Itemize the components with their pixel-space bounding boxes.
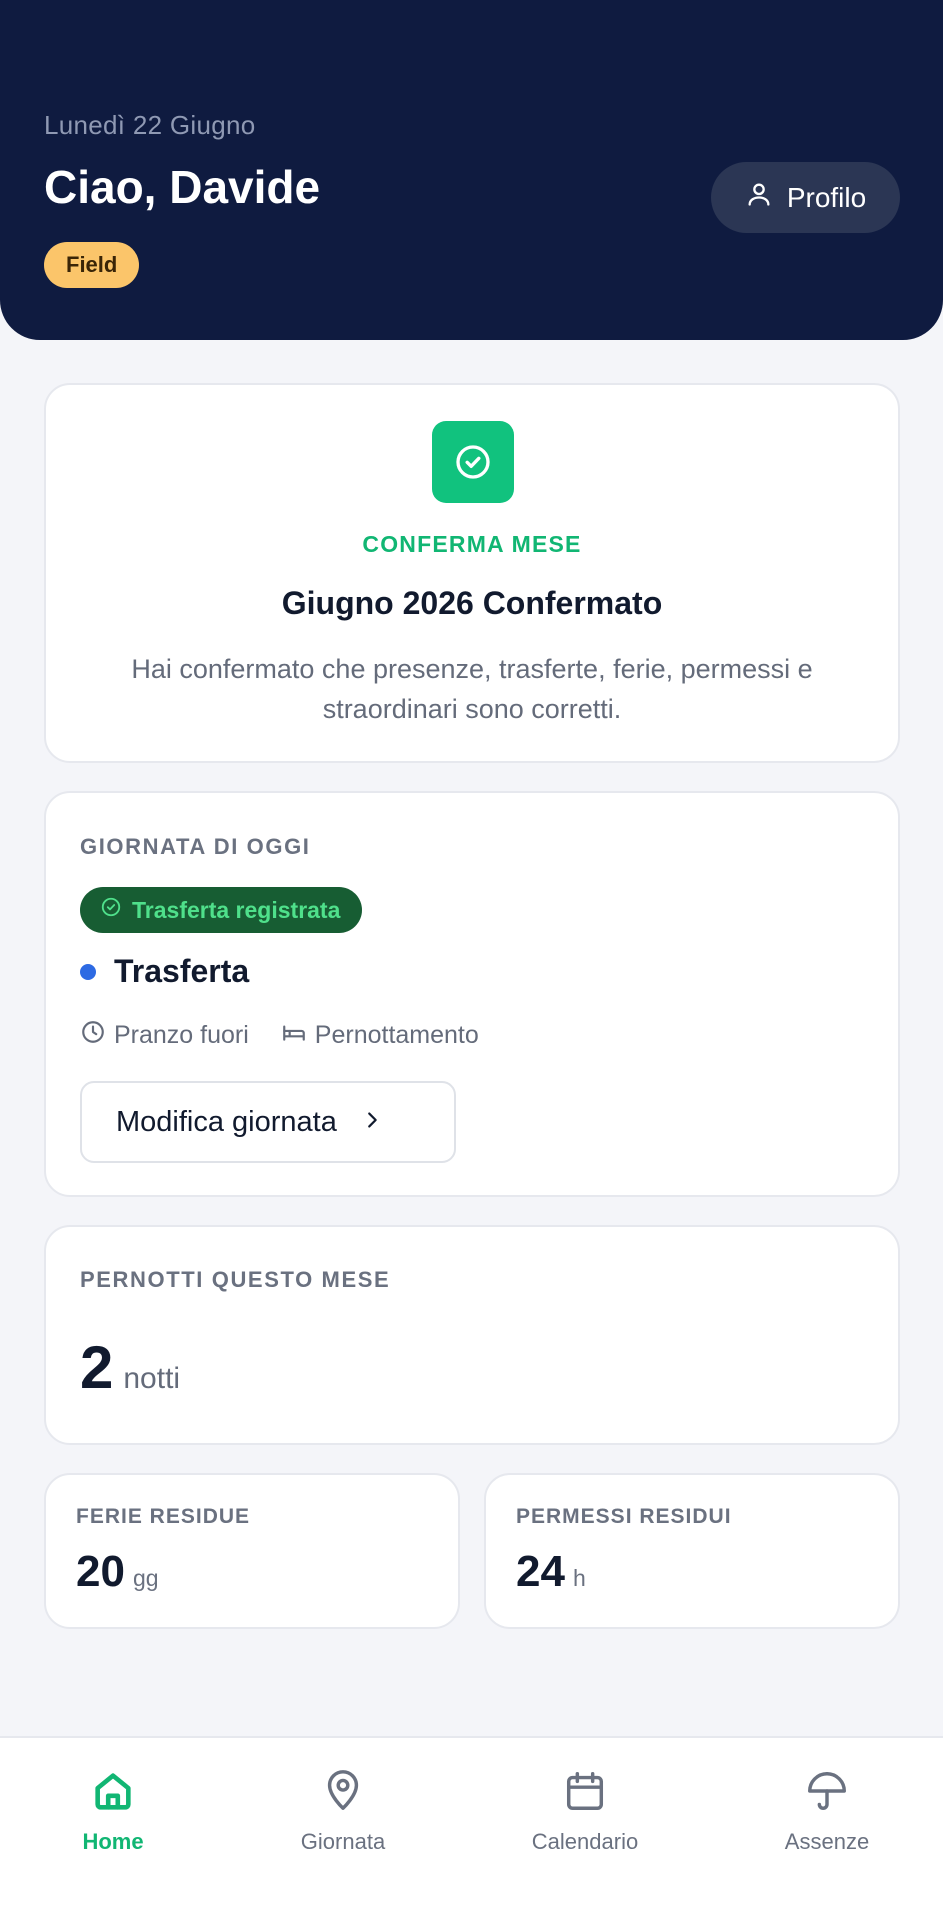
nights-section-label: PERNOTTI QUESTO MESE [80,1267,391,1292]
ferie-card: FERIE RESIDUE 20 gg [44,1473,460,1629]
nights-unit: notti [123,1362,181,1395]
nav-item-home[interactable]: Home [13,1768,213,1855]
user-icon [745,180,773,215]
permessi-count: 24 [516,1547,565,1596]
month-confirm-card: CONFERMA MESE Giugno 2026 Confermato Hai… [44,383,900,763]
calendar-icon [562,1768,608,1819]
current-date: Lunedì 22 Giugno [44,110,256,140]
clock-icon [80,1019,106,1052]
bed-icon [281,1019,307,1052]
today-section-label: GIORNATA DI OGGI [80,834,311,859]
confirm-eyebrow: CONFERMA MESE [362,531,582,557]
permessi-value: 24 h [516,1547,586,1597]
header: Lunedì 22 Giugno Ciao, Davide Field Prof… [0,0,943,340]
nights-value: 2 notti [80,1333,180,1402]
nav-item-assenze-label: Assenze [784,1829,870,1854]
nav-item-giornata[interactable]: Giornata [243,1768,443,1855]
meta-overnight: Pernottamento [281,1019,479,1052]
day-meta: Pranzo fuori Pernottamento [80,1019,479,1052]
day-type-dot [80,963,96,980]
map-pin-icon [320,1768,366,1819]
permessi-unit: h [572,1565,586,1591]
status-badge: Trasferta registrata [80,887,363,933]
confirm-description: Hai confermato che presenze, trasferte, … [131,654,813,724]
nav-item-assenze[interactable]: Assenze [727,1768,927,1855]
ferie-count: 20 [76,1547,125,1596]
nav-item-calendario[interactable]: Calendario [485,1768,685,1855]
permessi-label: PERMESSI RESIDUI [516,1505,732,1528]
chevron-right-icon [361,1106,383,1139]
day-type: Trasferta [80,953,249,990]
status-badge-label: Trasferta registrata [132,896,341,923]
confirm-title: Giugno 2026 Confermato [281,585,663,621]
meta-overnight-label: Pernottamento [314,1021,479,1049]
bottom-nav: Home Giornata Calendario Assenze [0,1736,943,1910]
nights-card: PERNOTTI QUESTO MESE 2 notti [44,1225,900,1445]
meta-lunch-label: Pranzo fuori [114,1021,249,1049]
profile-button-label: Profilo [786,181,867,213]
ferie-label: FERIE RESIDUE [76,1505,251,1528]
role-badge: Field [44,242,140,288]
nav-item-giornata-label: Giornata [300,1829,386,1854]
home-icon [90,1768,136,1819]
check-circle-icon [432,421,514,503]
umbrella-icon [804,1768,850,1819]
edit-day-button-label: Modifica giornata [116,1105,337,1138]
today-card: GIORNATA DI OGGI Trasferta registrata Tr… [44,791,900,1197]
permessi-card: PERMESSI RESIDUI 24 h [484,1473,900,1629]
day-type-label: Trasferta [114,953,250,989]
profile-button[interactable]: Profilo [711,162,900,233]
ferie-value: 20 gg [76,1547,159,1597]
nights-count: 2 [80,1334,114,1401]
check-circle-icon [100,896,122,924]
nav-item-home-label: Home [82,1829,144,1854]
nav-item-calendario-label: Calendario [531,1829,639,1854]
ferie-unit: gg [132,1565,159,1591]
edit-day-button[interactable]: Modifica giornata [80,1081,456,1163]
meta-lunch: Pranzo fuori [80,1019,249,1052]
greeting-title: Ciao, Davide [44,161,321,213]
